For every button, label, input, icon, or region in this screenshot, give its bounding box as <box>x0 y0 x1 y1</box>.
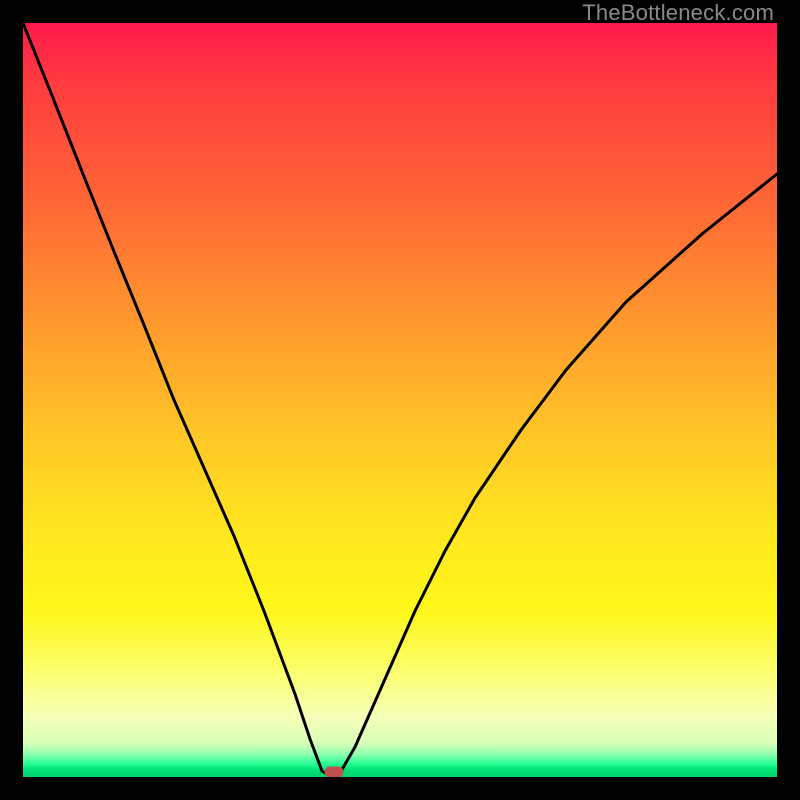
curve-layer <box>23 23 777 777</box>
optimal-point-marker <box>325 767 343 777</box>
chart-frame: TheBottleneck.com <box>0 0 800 800</box>
plot-area <box>23 23 777 777</box>
bottleneck-curve <box>23 23 777 775</box>
watermark-text: TheBottleneck.com <box>582 0 774 26</box>
